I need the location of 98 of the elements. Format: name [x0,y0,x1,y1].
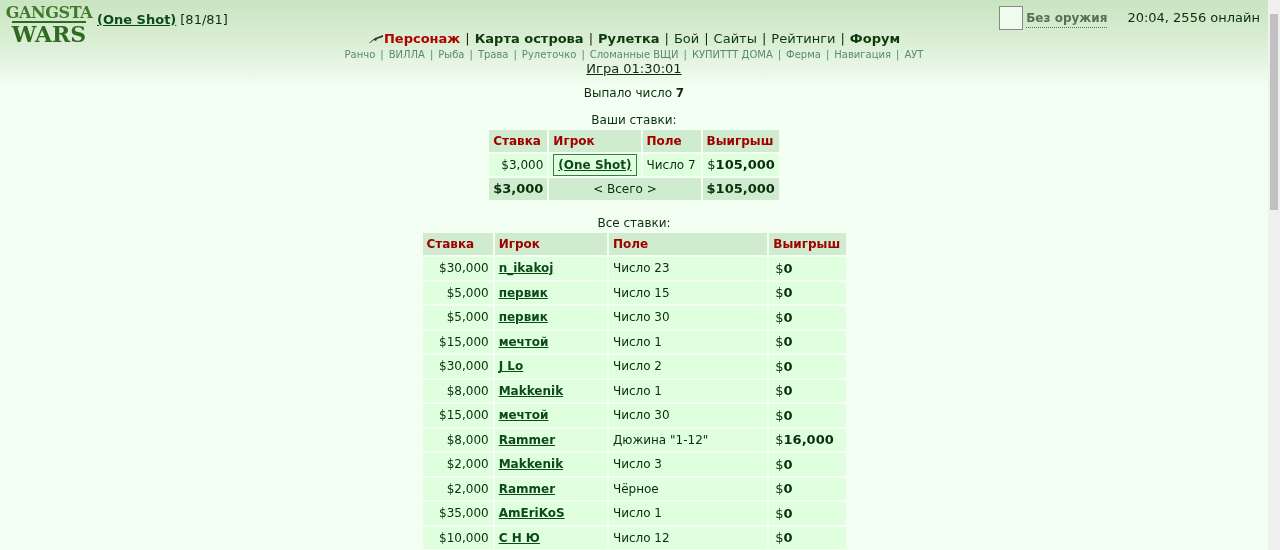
column-header: Игрок [494,233,607,255]
nav-link[interactable]: Форум [849,31,901,47]
rifle-icon [367,34,384,44]
table-cell: Число 7 [642,154,701,176]
subnav-link[interactable]: АУТ [904,48,924,61]
table-cell: $3,000 [489,154,548,176]
table-cell: $35,000 [422,502,493,525]
table-cell: Число 2 [608,355,768,378]
table-title: Ваши ставки: [591,112,677,129]
table-cell: Дюжина "1-12" [608,428,768,451]
table-cell: $5,000 [422,281,493,304]
table-cell: $30,000 [422,355,493,378]
table-title: Все ставки: [597,215,671,232]
table-cell: $5,000 [422,306,493,329]
separator: | [581,48,585,61]
table-cell: $8,000 [422,379,493,402]
separator: | [588,31,593,47]
subnav-link[interactable]: Рыба [438,48,465,61]
weapon-slot[interactable] [999,6,1024,30]
subnav-link[interactable]: ВИЛЛА [388,48,425,61]
column-header: Ставка [489,130,548,152]
subnav-link[interactable]: КУПИТТТ ДОМА [691,48,773,61]
table-cell: $0 [769,330,846,353]
column-header: Ставка [422,233,493,255]
nav-link[interactable]: Персонаж [383,31,461,47]
table-cell: $15,000 [422,330,493,353]
table-cell: Число 1 [608,330,768,353]
separator: | [761,31,767,47]
subnav-link[interactable]: Трава [477,48,509,61]
table-cell: $0 [769,477,846,500]
separator: | [513,48,517,61]
weapon-link[interactable]: Без оружия [1026,8,1108,28]
column-header: Поле [608,233,768,255]
logo-text: WARS [11,21,87,45]
separator: | [704,31,709,47]
table-cell: $2,000 [422,477,493,500]
table-cell: $0 [769,306,846,329]
separator: | [840,31,845,47]
online-status: 20:04, 2556 онлайн [1127,9,1260,28]
scrollbar-thumb[interactable] [1270,14,1278,210]
table-cell: Число 15 [608,281,768,304]
nav-link[interactable]: Бой [673,31,700,47]
table-cell: $0 [769,502,846,525]
separator: | [469,48,473,61]
nav-link[interactable]: Карта острова [474,31,584,47]
nav-link[interactable]: Рулетка [598,31,660,47]
subnav-link[interactable]: Сломанные ВЩИ [589,48,679,61]
separator: | [683,48,687,61]
column-header: Выигрыш [769,233,846,255]
game-timer-link[interactable]: Игра 01:30:01 [586,61,682,76]
column-header: Игрок [549,130,641,152]
result-text: Выпало число 7 [583,85,685,102]
separator: | [380,48,384,61]
subnav-link[interactable]: Навигация [834,48,891,61]
table-cell: $0 [769,355,846,378]
nav-link[interactable]: Рейтинги [771,31,836,47]
table-cell: < Всего > [549,178,701,200]
table-cell: Число 30 [608,404,768,427]
logo-text: GANGSTA [5,5,93,21]
table-cell: Число 23 [608,257,768,280]
table-cell: $0 [769,404,846,427]
table-cell: $3,000 [489,178,548,200]
table-cell: $8,000 [422,428,493,451]
table-cell: Чёрное [608,477,768,500]
table-cell: $105,000 [702,178,779,200]
table-cell: Число 1 [608,379,768,402]
table-cell: $0 [769,281,846,304]
table-cell: $0 [769,379,846,402]
table-cell: $0 [769,453,846,476]
table-cell: $15,000 [422,404,493,427]
health-text: [81/81] [180,11,228,29]
separator: | [664,31,669,47]
nav-link[interactable]: Сайты [713,31,757,47]
table-cell: Число 1 [608,502,768,525]
player-link[interactable]: (One Shot) [97,10,177,30]
column-header: Выигрыш [702,130,779,152]
subnav-link[interactable]: Ранчо [344,48,376,61]
table-cell: $105,000 [702,154,779,176]
table-cell: $0 [769,257,846,280]
column-header: Поле [642,130,701,152]
table-cell: $10,000 [422,526,493,549]
separator: | [896,48,900,61]
table-cell: Число 12 [608,526,768,549]
table-cell: $16,000 [769,428,846,451]
subnav-link[interactable]: Рулеточко [521,48,577,61]
table-cell: Число 30 [608,306,768,329]
separator: | [825,48,830,61]
table-cell: $2,000 [422,453,493,476]
separator: | [429,48,434,61]
player-link[interactable]: (One Shot) [553,154,637,176]
separator: | [777,48,782,61]
table-cell: $30,000 [422,257,493,280]
scrollbar[interactable] [1268,0,1280,550]
table-cell: $0 [769,526,846,549]
table-cell: Число 3 [608,453,768,476]
separator: | [465,31,470,47]
subnav-link[interactable]: Ферма [786,48,821,61]
player-link[interactable]: J Lo [498,359,524,374]
